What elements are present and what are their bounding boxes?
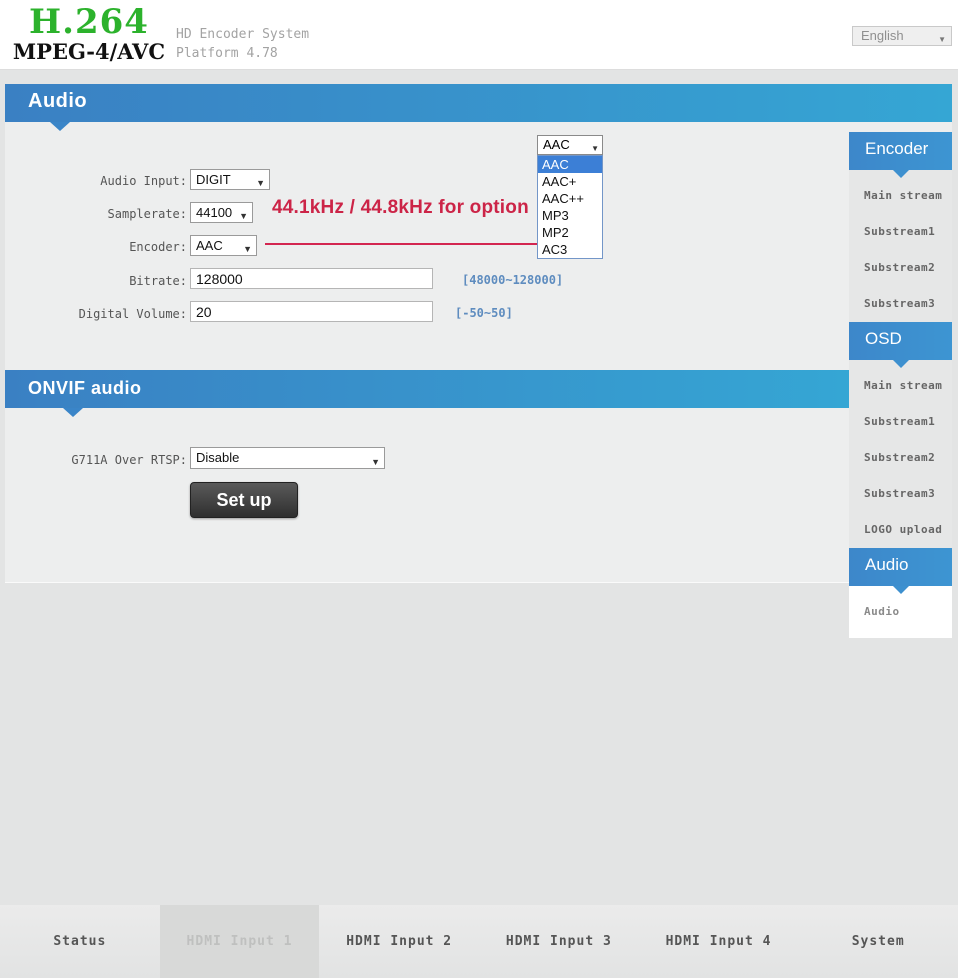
g711a-select[interactable]: Disable ▼ bbox=[190, 447, 385, 469]
nav-item-hdmi-input-3[interactable]: HDMI Input 3 bbox=[479, 905, 639, 978]
digital-volume-label: Digital Volume: bbox=[78, 307, 187, 321]
dropdown-option-aac-plus[interactable]: AAC+ bbox=[538, 173, 602, 190]
encoder-value: AAC bbox=[196, 238, 223, 253]
onvif-section-bar: ONVIF audio bbox=[5, 370, 849, 408]
encoder-dropdown-open: AAC ▼ AAC AAC+ AAC++ MP3 MP2 AC3 bbox=[537, 135, 603, 259]
digital-volume-hint: [-50~50] bbox=[455, 306, 513, 320]
triangle-down-icon bbox=[50, 122, 70, 131]
sidebar-item-osd-substream3[interactable]: Substream3 bbox=[849, 476, 952, 512]
nav-item-hdmi-input-1[interactable]: HDMI Input 1 bbox=[159, 905, 320, 978]
samplerate-annotation: 44.1kHz / 44.8kHz for option bbox=[272, 197, 529, 218]
chevron-down-icon: ▼ bbox=[938, 35, 946, 44]
sidebar-header-osd[interactable]: OSD bbox=[849, 322, 952, 368]
audio-input-value: DIGIT bbox=[196, 172, 231, 187]
audio-input-select[interactable]: DIGIT ▼ bbox=[190, 169, 270, 190]
g711a-value: Disable bbox=[196, 450, 240, 465]
logo: H.264 MPEG-4/AVC bbox=[8, 4, 170, 64]
sidebar-item-encoder-substream2[interactable]: Substream2 bbox=[849, 250, 952, 286]
samplerate-label: Samplerate: bbox=[107, 207, 187, 221]
sidebar-header-audio[interactable]: Audio bbox=[849, 548, 952, 594]
dropdown-option-aac[interactable]: AAC bbox=[538, 156, 602, 173]
chevron-down-icon: ▼ bbox=[591, 144, 599, 153]
sidebar-encoder-items: Main stream Substream1 Substream2 Substr… bbox=[849, 170, 952, 322]
sidebar-header-audio-title: Audio bbox=[865, 555, 909, 574]
audio-section-title: Audio bbox=[28, 90, 88, 112]
encoder-dropdown-list: AAC AAC+ AAC++ MP3 MP2 AC3 bbox=[537, 155, 603, 259]
samplerate-value: 44100 bbox=[196, 205, 233, 220]
onvif-section-title: ONVIF audio bbox=[28, 378, 142, 398]
sidebar-item-osd-logo-upload[interactable]: LOGO upload bbox=[849, 512, 952, 548]
bitrate-input[interactable] bbox=[190, 268, 433, 289]
content-panel: Audio Audio Input: DIGIT ▼ Samplerate: 4… bbox=[5, 84, 952, 582]
bottom-nav: Status HDMI Input 1 HDMI Input 2 HDMI In… bbox=[0, 905, 958, 978]
nav-item-hdmi-input-4[interactable]: HDMI Input 4 bbox=[639, 905, 799, 978]
dropdown-option-ac3[interactable]: AC3 bbox=[538, 241, 602, 258]
subtitle-line1: HD Encoder System bbox=[176, 27, 310, 42]
language-select[interactable]: English ▼ bbox=[852, 26, 952, 46]
triangle-down-icon bbox=[63, 408, 83, 417]
encoder-label: Encoder: bbox=[129, 240, 187, 254]
chevron-down-icon: ▼ bbox=[256, 178, 265, 188]
dropdown-option-aac-plus-plus[interactable]: AAC++ bbox=[538, 190, 602, 207]
audio-section-bar: Audio bbox=[5, 84, 952, 122]
encoder-dropdown-selected-value: AAC bbox=[543, 137, 570, 152]
samplerate-select[interactable]: 44100 ▼ bbox=[190, 202, 253, 223]
triangle-down-icon bbox=[892, 360, 909, 368]
bitrate-hint: [48000~128000] bbox=[462, 273, 564, 287]
logo-mpeg-text: MPEG-4/AVC bbox=[12, 39, 166, 64]
triangle-down-icon bbox=[892, 586, 909, 594]
sidebar-item-encoder-substream3[interactable]: Substream3 bbox=[849, 286, 952, 322]
chevron-down-icon: ▼ bbox=[371, 457, 380, 467]
setup-button[interactable]: Set up bbox=[190, 482, 298, 518]
triangle-down-icon bbox=[892, 170, 909, 178]
sidebar-item-osd-substream2[interactable]: Substream2 bbox=[849, 440, 952, 476]
dropdown-option-mp3[interactable]: MP3 bbox=[538, 207, 602, 224]
digital-volume-input[interactable] bbox=[190, 301, 433, 322]
sidebar-item-encoder-main-stream[interactable]: Main stream bbox=[849, 178, 952, 214]
logo-h264-text: H.264 bbox=[29, 2, 149, 42]
system-subtitle: HD Encoder System Platform 4.78 bbox=[176, 25, 309, 63]
sidebar-item-encoder-substream1[interactable]: Substream1 bbox=[849, 214, 952, 250]
top-header: H.264 MPEG-4/AVC HD Encoder System Platf… bbox=[0, 0, 958, 70]
nav-item-system[interactable]: System bbox=[798, 905, 958, 978]
language-selected-value: English bbox=[861, 28, 904, 43]
audio-input-label: Audio Input: bbox=[100, 174, 187, 188]
nav-item-status[interactable]: Status bbox=[0, 905, 160, 978]
g711a-label: G711A Over RTSP: bbox=[71, 453, 187, 467]
sidebar-item-osd-substream1[interactable]: Substream1 bbox=[849, 404, 952, 440]
red-connector-line bbox=[265, 243, 542, 245]
dropdown-option-mp2[interactable]: MP2 bbox=[538, 224, 602, 241]
sidebar-header-osd-title: OSD bbox=[865, 329, 902, 348]
sidebar-item-audio-audio[interactable]: Audio bbox=[849, 594, 952, 630]
sidebar-header-encoder-title: Encoder bbox=[865, 139, 929, 158]
sidebar-item-osd-main-stream[interactable]: Main stream bbox=[849, 368, 952, 404]
sidebar-header-encoder[interactable]: Encoder bbox=[849, 132, 952, 178]
nav-item-hdmi-input-2[interactable]: HDMI Input 2 bbox=[319, 905, 479, 978]
sidebar-osd-items: Main stream Substream1 Substream2 Substr… bbox=[849, 360, 952, 548]
sidebar: Encoder Main stream Substream1 Substream… bbox=[849, 132, 952, 638]
subtitle-line2: Platform 4.78 bbox=[176, 46, 278, 61]
chevron-down-icon: ▼ bbox=[243, 244, 252, 254]
encoder-select[interactable]: AAC ▼ bbox=[190, 235, 257, 256]
bitrate-label: Bitrate: bbox=[129, 274, 187, 288]
page: H.264 MPEG-4/AVC HD Encoder System Platf… bbox=[0, 0, 958, 978]
chevron-down-icon: ▼ bbox=[239, 211, 248, 221]
encoder-dropdown-select[interactable]: AAC ▼ bbox=[537, 135, 603, 155]
